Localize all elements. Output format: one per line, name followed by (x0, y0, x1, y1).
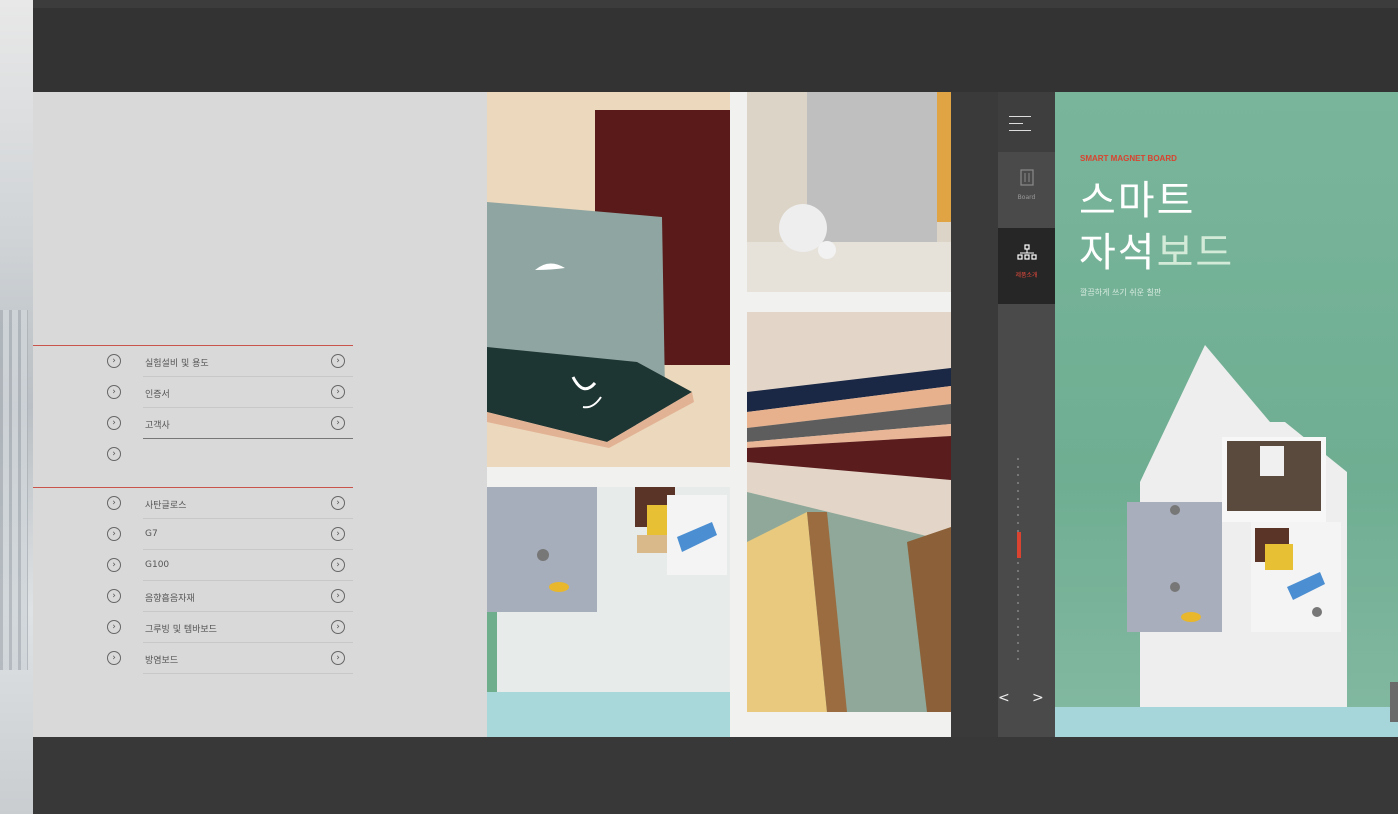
tab-board[interactable]: Board (998, 152, 1055, 228)
photo-boards-feather (487, 92, 730, 467)
sitemap-icon (1016, 244, 1037, 260)
page-arrows: < > (998, 690, 1055, 712)
arrow-circle-icon[interactable]: › (331, 620, 345, 634)
menu-row[interactable]: › 고객사 › (33, 408, 353, 439)
next-page-button[interactable]: > (1032, 690, 1044, 706)
photo-spheres (747, 92, 951, 292)
arrow-circle-icon[interactable]: › (107, 589, 121, 603)
arrow-circle-icon[interactable]: › (331, 589, 345, 603)
hamburger-menu-button[interactable] (998, 92, 1055, 152)
menu-group-2: › 사탄글로스 › › G7 › › G100 › › 음향흡음자재 › › 그… (33, 487, 353, 674)
menu-line (1009, 123, 1023, 124)
photo-board-stack (747, 312, 951, 712)
arrow-circle-icon[interactable]: › (107, 558, 121, 572)
page-scroll-track[interactable] (1017, 458, 1021, 668)
catalog-page-photos (487, 92, 951, 737)
menu-item-label[interactable]: 고객사 (145, 418, 170, 431)
cover-title-line2-light: 보드 (1156, 230, 1235, 276)
tab-board-label: Board (1017, 194, 1036, 201)
catalog-page-left: › 실험설비 및 용도 › › 인증서 › › 고객사 › › › 사탄글로스 … (33, 92, 487, 737)
arrow-circle-icon[interactable]: › (331, 527, 345, 541)
arrow-circle-icon[interactable]: › (107, 416, 121, 430)
next-page-edge (1390, 682, 1398, 722)
prev-page-button[interactable]: < (998, 690, 1010, 706)
tab-product-intro-label: 제품소개 (1015, 272, 1038, 279)
arrow-circle-icon[interactable]: › (107, 620, 121, 634)
menu-row[interactable]: › 방염보드 › (33, 643, 353, 674)
menu-row[interactable]: › 실험설비 및 용도 › (33, 346, 353, 377)
viewer-stage: › 실험설비 및 용도 › › 인증서 › › 고객사 › › › 사탄글로스 … (0, 0, 1398, 814)
menu-line (1009, 116, 1031, 117)
catalog-side-nav: Board 제품소개 < > (998, 92, 1055, 737)
arrow-circle-icon[interactable]: › (331, 651, 345, 665)
menu-group-1: › 실험설비 및 용도 › › 인증서 › › 고객사 › › (33, 345, 353, 470)
building-icon (1019, 169, 1034, 186)
viewer-bottom-bar (33, 737, 1398, 814)
cover-subtitle: 깔끔하게 쓰기 쉬운 칠판 (1080, 288, 1162, 297)
photo-magnet-board (487, 487, 730, 737)
arrow-circle-icon[interactable]: › (107, 447, 121, 461)
cover-title-line1: 스마트 (1079, 178, 1196, 224)
menu-row[interactable]: › G100 › (33, 550, 353, 581)
arrow-circle-icon[interactable]: › (331, 354, 345, 368)
menu-line (1009, 130, 1031, 131)
menu-item-label[interactable]: 음향흡음자재 (145, 591, 195, 604)
arrow-circle-icon[interactable]: › (107, 496, 121, 510)
menu-item-label[interactable]: G7 (145, 529, 158, 539)
arrow-circle-icon[interactable]: › (107, 651, 121, 665)
arrow-circle-icon[interactable]: › (331, 385, 345, 399)
menu-item-label[interactable]: 그루빙 및 템바보드 (145, 622, 217, 635)
menu-row[interactable]: › (33, 439, 353, 470)
arrow-circle-icon[interactable]: › (107, 385, 121, 399)
cover-title-line2-strong: 자석 (1079, 230, 1157, 276)
menu-item-label[interactable]: G100 (145, 560, 169, 570)
page-scroll-marker[interactable] (1017, 532, 1021, 558)
catalog-cover-page: SMART MAGNET BOARD 스마트 자석보드 깔끔하게 쓰기 쉬운 칠… (1055, 92, 1398, 737)
menu-row[interactable]: › 그루빙 및 템바보드 › (33, 612, 353, 643)
menu-row[interactable]: › G7 › (33, 519, 353, 550)
arrow-circle-icon[interactable]: › (331, 416, 345, 430)
menu-row[interactable]: › 사탄글로스 › (33, 488, 353, 519)
menu-item-label[interactable]: 방염보드 (145, 653, 178, 666)
page-gap (951, 92, 998, 737)
cover-title-line2: 자석보드 (1079, 220, 1234, 278)
arrow-circle-icon[interactable]: › (331, 558, 345, 572)
row-separator (143, 673, 353, 674)
tab-product-intro[interactable]: 제품소개 (998, 228, 1055, 304)
cover-eyebrow: SMART MAGNET BOARD (1080, 154, 1177, 163)
menu-item-label[interactable]: 실험설비 및 용도 (145, 356, 209, 369)
arrow-circle-icon[interactable]: › (107, 527, 121, 541)
menu-row[interactable]: › 인증서 › (33, 377, 353, 408)
viewer-top-bar (33, 8, 1398, 92)
arrow-circle-icon[interactable]: › (107, 354, 121, 368)
menu-row[interactable]: › 음향흡음자재 › (33, 581, 353, 612)
arrow-circle-icon[interactable]: › (331, 496, 345, 510)
background-window-edge (0, 0, 33, 814)
menu-item-label[interactable]: 인증서 (145, 387, 170, 400)
window-frame-decoration (0, 310, 28, 670)
menu-item-label[interactable]: 사탄글로스 (145, 498, 186, 511)
cover-floor (1055, 707, 1398, 737)
